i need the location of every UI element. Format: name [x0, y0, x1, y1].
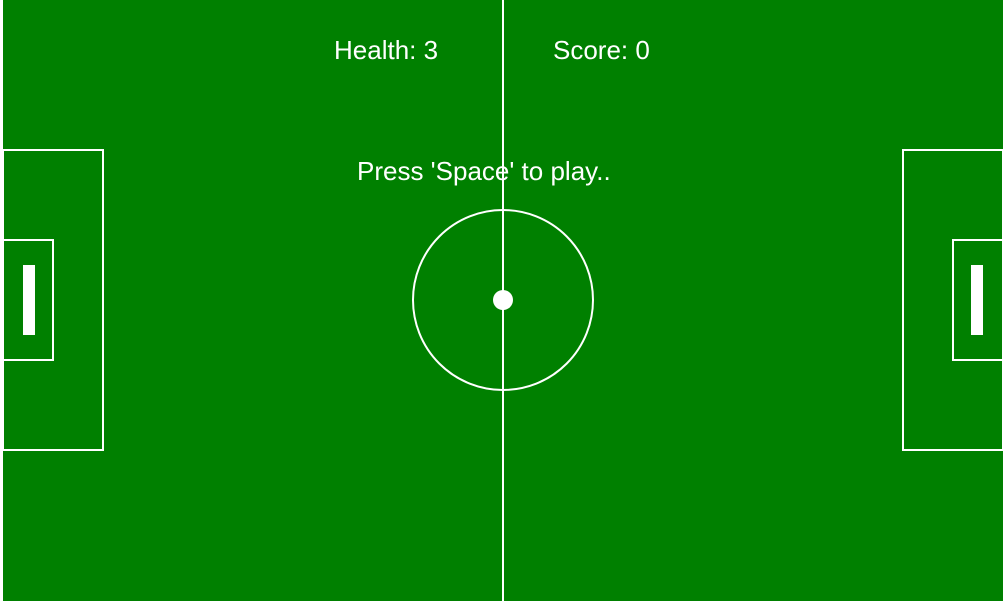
health-counter: Health: 3: [334, 35, 439, 65]
ball: [493, 290, 513, 310]
soccer-field[interactable]: [0, 0, 1006, 601]
right-paddle: [971, 265, 983, 335]
score-counter: Score: 0: [553, 35, 650, 65]
left-paddle: [23, 265, 35, 335]
start-prompt: Press 'Space' to play..: [357, 156, 611, 186]
